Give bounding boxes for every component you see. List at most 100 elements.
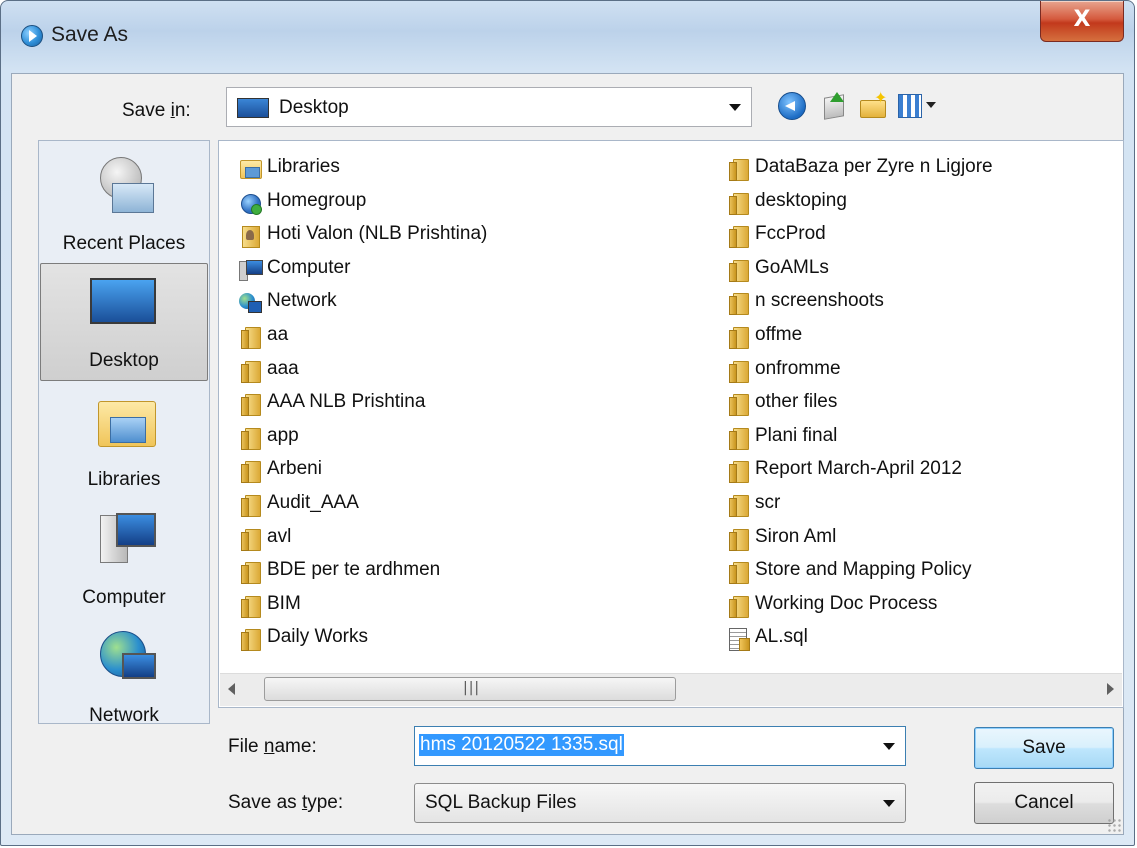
chevron-down-icon[interactable]: [729, 104, 741, 111]
folder-icon: [727, 158, 749, 181]
scrollbar-thumb[interactable]: |||: [264, 677, 676, 701]
folder-icon: [727, 393, 749, 417]
folder-icon: [727, 494, 749, 517]
list-item-label: desktoping: [755, 189, 847, 211]
desktop-icon: [90, 278, 158, 334]
folder-icon: [239, 528, 261, 551]
places-bar: Recent Places Desktop Libraries Computer…: [38, 140, 210, 726]
list-item-label: Homegroup: [267, 189, 367, 211]
file-name-label: File name:: [228, 736, 317, 757]
user-icon: [239, 225, 261, 249]
place-libraries[interactable]: Libraries: [40, 381, 208, 499]
cancel-button[interactable]: Cancel: [974, 782, 1114, 824]
title-bar: Save As X: [1, 1, 1134, 73]
grip-icon: |||: [463, 680, 481, 696]
list-item-label: app: [267, 424, 299, 446]
folder-icon: [239, 360, 261, 383]
place-computer[interactable]: Computer: [40, 499, 208, 617]
list-item-label: BIM: [267, 592, 301, 614]
list-item-label: AL.sql: [755, 626, 808, 648]
place-network[interactable]: Network: [40, 617, 208, 735]
close-button[interactable]: X: [1040, 1, 1124, 42]
folder-icon: [727, 292, 749, 316]
list-item-label: aaa: [267, 357, 299, 379]
save-as-dialog: Save As X Save in: Desktop Recent Places…: [0, 0, 1135, 846]
file-name-input[interactable]: hms 20120522 1335.sql: [414, 726, 906, 766]
folder-icon: [727, 225, 749, 249]
window-title: Save As: [51, 23, 129, 46]
up-one-level-icon[interactable]: [820, 92, 848, 120]
views-menu-icon[interactable]: [898, 94, 922, 118]
computer-icon: [94, 511, 156, 567]
list-item-label: AAA NLB Prishtina: [267, 391, 426, 413]
resize-grip-icon[interactable]: [1107, 818, 1121, 832]
scroll-right-icon[interactable]: [1107, 683, 1114, 695]
file-list[interactable]: Libraries Homegroup Hoti Valon (NLB Prisht…: [218, 140, 1124, 708]
place-label: Network: [89, 705, 159, 726]
recent-places-icon: [94, 157, 154, 213]
list-item-label: Working Doc Process: [755, 592, 938, 614]
place-desktop[interactable]: Desktop: [40, 263, 208, 381]
network-icon: [239, 292, 262, 314]
place-label: Computer: [82, 587, 166, 608]
desktop-icon: [237, 98, 269, 118]
folder-icon: [239, 460, 261, 484]
list-item-label: Audit_AAA: [267, 491, 359, 513]
folder-icon: [239, 595, 261, 618]
folder-icon: [727, 561, 749, 585]
list-item-label: Plani final: [755, 424, 838, 446]
list-item-label: other files: [755, 391, 838, 413]
place-label: Libraries: [87, 469, 161, 490]
list-item-label: aa: [267, 323, 289, 345]
folder-icon: [239, 393, 261, 417]
list-item-label: Hoti Valon (NLB Prishtina): [267, 223, 488, 245]
list-item-label: FccProd: [755, 223, 826, 245]
list-item-label: Network: [267, 290, 337, 312]
list-item-label: Libraries: [267, 156, 340, 177]
folder-icon: [727, 528, 749, 551]
list-item-label: Computer: [267, 256, 351, 278]
save-button[interactable]: Save: [974, 727, 1114, 769]
dialog-client-area: Save in: Desktop Recent Places Desktop L…: [11, 73, 1124, 835]
folder-icon: [727, 360, 749, 383]
scroll-left-icon[interactable]: [228, 683, 235, 695]
place-label: Recent Places: [62, 233, 186, 254]
list-item-label: Arbeni: [267, 458, 322, 480]
network-icon: [94, 629, 156, 685]
folder-icon: [239, 326, 261, 349]
folder-icon: [239, 427, 261, 450]
save-in-dropdown[interactable]: Desktop: [226, 87, 752, 127]
place-label: Desktop: [89, 350, 159, 371]
folder-icon: [727, 259, 749, 282]
file-name-value[interactable]: hms 20120522 1335.sql: [419, 734, 624, 756]
folder-icon: [727, 460, 749, 484]
libraries-icon: [94, 393, 156, 449]
save-in-value: Desktop: [279, 97, 349, 118]
horizontal-scrollbar[interactable]: |||: [220, 673, 1122, 706]
list-item-label: Store and Mapping Policy: [755, 559, 972, 581]
save-as-type-value: SQL Backup Files: [425, 792, 577, 813]
list-item-label: onfromme: [755, 357, 841, 379]
folder-icon: [727, 595, 749, 618]
chevron-down-icon[interactable]: [883, 743, 895, 750]
list-item-label: Siron Aml: [755, 525, 837, 547]
save-in-label: Save in:: [122, 100, 191, 121]
new-folder-icon[interactable]: [858, 88, 887, 120]
folder-icon: [727, 326, 749, 349]
folder-icon: [727, 427, 749, 450]
list-item-label: offme: [755, 323, 803, 345]
list-item-label: DataBaza per Zyre n Ligjore: [755, 156, 993, 177]
list-item-label: Report March-April 2012: [755, 458, 962, 480]
chevron-down-icon[interactable]: [883, 800, 895, 807]
save-as-type-dropdown[interactable]: SQL Backup Files: [414, 783, 906, 823]
list-item-label: scr: [755, 491, 781, 513]
save-as-type-label: Save as type:: [228, 792, 344, 813]
folder-icon: [239, 494, 261, 517]
place-recent-places[interactable]: Recent Places: [40, 145, 208, 263]
folder-icon: [727, 192, 749, 215]
views-dropdown-arrow-icon[interactable]: [926, 102, 936, 108]
folder-icon: [239, 628, 261, 652]
save-as-icon: [21, 25, 43, 47]
back-icon[interactable]: [778, 92, 806, 120]
homegroup-icon: [239, 192, 262, 215]
